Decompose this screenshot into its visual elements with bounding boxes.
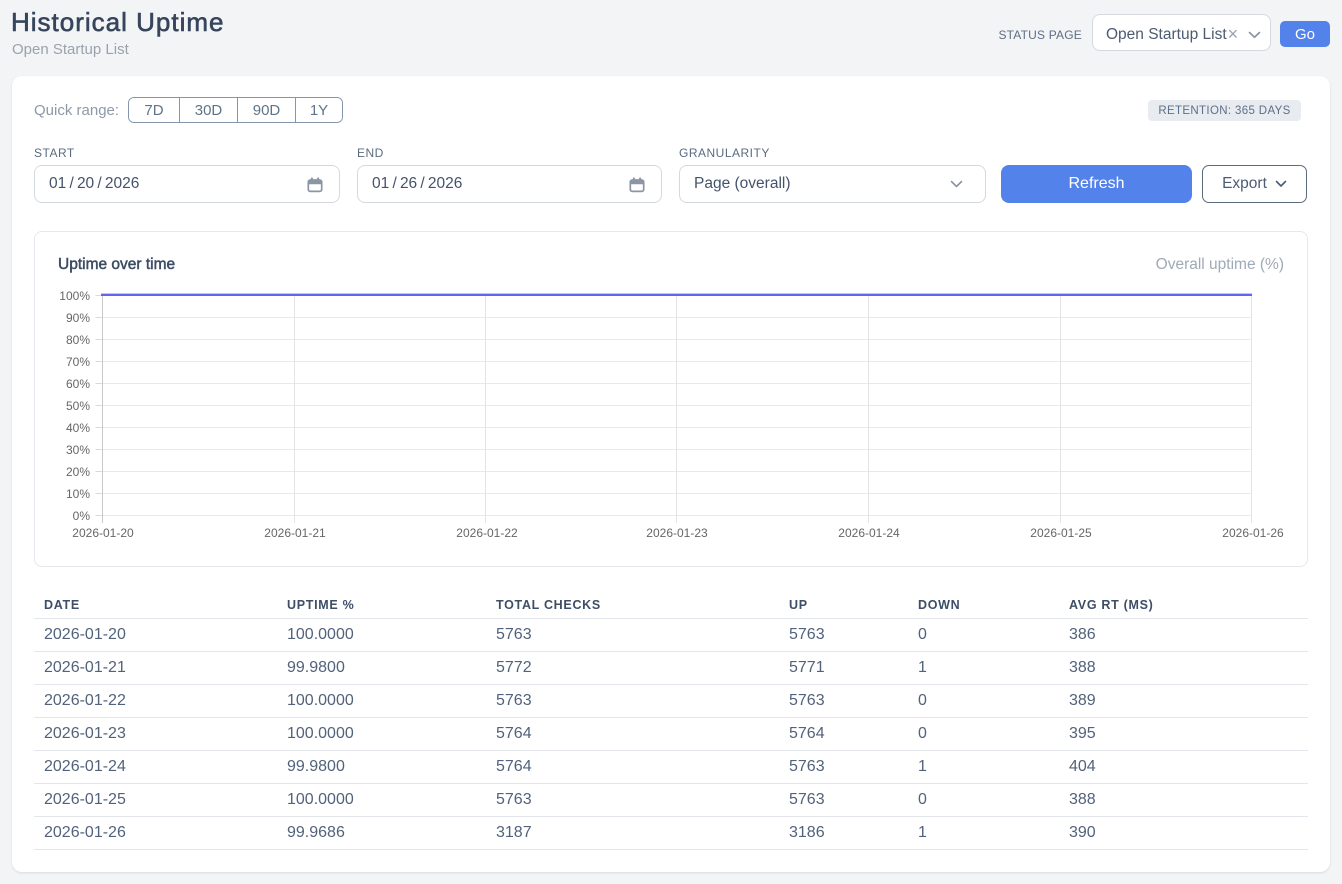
svg-text:2026-01-26: 2026-01-26 (1222, 526, 1284, 540)
svg-text:2026-01-24: 2026-01-24 (838, 526, 900, 540)
svg-text:70%: 70% (66, 355, 90, 369)
svg-text:2026-01-23: 2026-01-23 (646, 526, 708, 540)
svg-text:90%: 90% (66, 311, 90, 325)
svg-text:2026-01-25: 2026-01-25 (1030, 526, 1092, 540)
svg-text:40%: 40% (66, 421, 90, 435)
svg-text:2026-01-21: 2026-01-21 (264, 526, 326, 540)
svg-text:50%: 50% (66, 399, 90, 413)
svg-text:80%: 80% (66, 333, 90, 347)
svg-text:60%: 60% (66, 377, 90, 391)
svg-text:10%: 10% (66, 487, 90, 501)
svg-text:30%: 30% (66, 443, 90, 457)
svg-text:20%: 20% (66, 465, 90, 479)
svg-text:2026-01-20: 2026-01-20 (72, 526, 134, 540)
svg-text:0%: 0% (73, 509, 91, 523)
svg-text:2026-01-22: 2026-01-22 (456, 526, 518, 540)
svg-text:100%: 100% (59, 289, 90, 303)
